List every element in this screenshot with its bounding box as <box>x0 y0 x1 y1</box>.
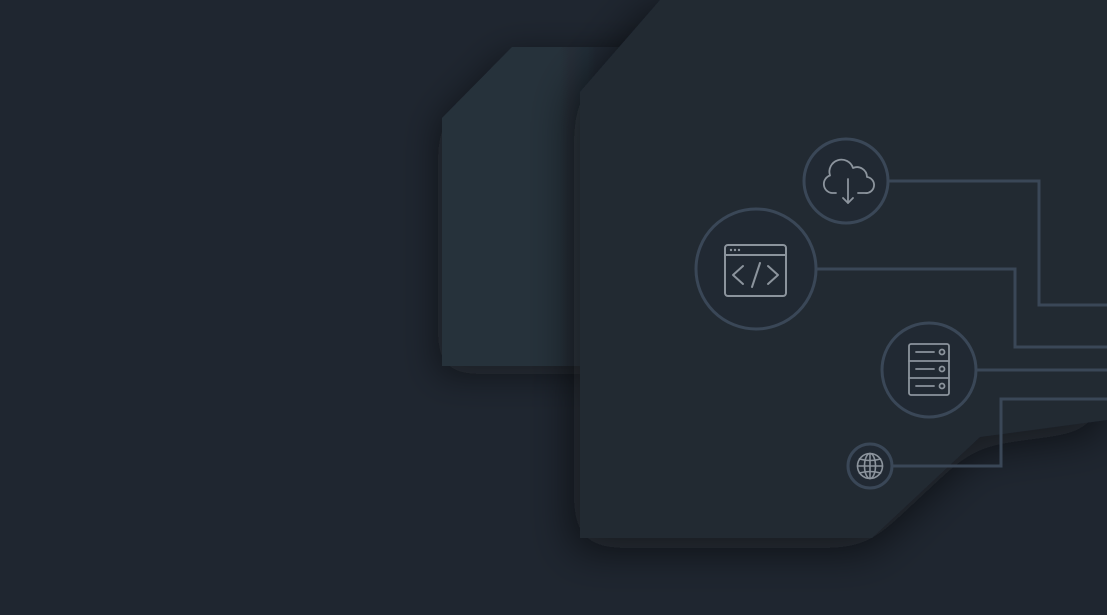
code-node <box>694 207 818 331</box>
server-node <box>880 321 978 419</box>
globe-node <box>846 442 894 490</box>
cloud-node <box>802 137 890 225</box>
globe-icon <box>856 452 884 480</box>
hero-illustration <box>0 0 1107 615</box>
network-illustration <box>442 0 1107 538</box>
